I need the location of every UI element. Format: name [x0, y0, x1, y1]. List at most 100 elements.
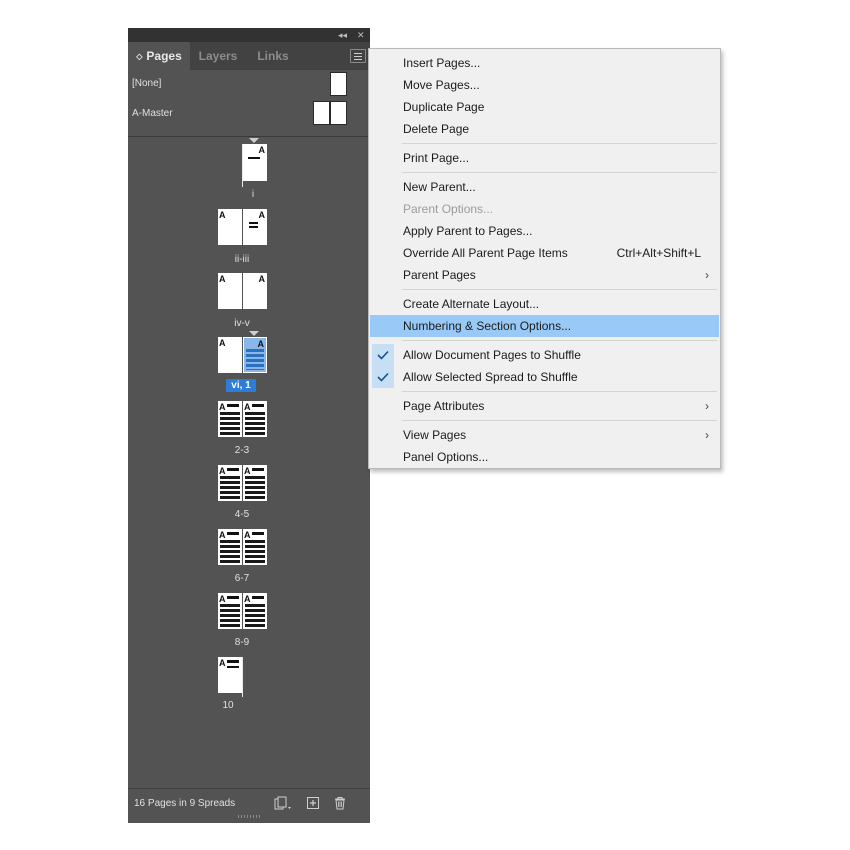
page-thumbnail[interactable]: A — [243, 401, 267, 437]
new-page-icon[interactable] — [306, 796, 320, 810]
current-spread-indicator-icon — [249, 331, 259, 336]
master-thumbnail-left — [313, 101, 330, 125]
menu-item-label: Allow Selected Spread to Shuffle — [403, 370, 578, 384]
menu-item-label: Apply Parent to Pages... — [403, 224, 533, 238]
page-thumbnail[interactable]: A — [218, 465, 242, 501]
spread-label: 4-5 — [234, 509, 250, 520]
menu-item-label: Create Alternate Layout... — [403, 297, 540, 311]
tab-layers[interactable]: Layers — [190, 42, 246, 70]
tab-pages[interactable]: ◇ Pages — [128, 42, 190, 70]
menu-item-label: Panel Options... — [403, 450, 489, 464]
menu-item-create-alternate-layout[interactable]: Create Alternate Layout... — [370, 293, 719, 315]
menu-item-parent-pages[interactable]: Parent Pages › — [370, 264, 719, 286]
page-thumbnail[interactable]: A — [218, 657, 242, 693]
master-prefix: A — [244, 466, 251, 476]
menu-separator — [402, 391, 717, 392]
master-prefix: A — [258, 274, 266, 284]
master-prefix: A — [219, 210, 226, 220]
panel-menu-icon[interactable] — [350, 49, 366, 63]
page-thumbnail[interactable]: A — [243, 529, 267, 565]
master-prefix: A — [219, 402, 226, 412]
menu-item-label: Move Pages... — [403, 78, 480, 92]
page-thumbnail[interactable]: A — [243, 209, 267, 245]
master-thumbnail — [330, 72, 347, 96]
menu-item-print-page[interactable]: Print Page... — [370, 147, 719, 169]
menu-item-allow-document-pages-to-shuffle[interactable]: Allow Document Pages to Shuffle — [370, 344, 719, 366]
menu-item-move-pages[interactable]: Move Pages... — [370, 74, 719, 96]
spread-spine — [242, 144, 243, 181]
master-prefix: A — [257, 339, 265, 349]
tab-layers-label: Layers — [198, 49, 238, 63]
resize-grip[interactable] — [238, 815, 260, 818]
trash-icon[interactable] — [333, 796, 347, 810]
menu-item-page-attributes[interactable]: Page Attributes › — [370, 395, 719, 417]
page-thumbnail[interactable]: A — [218, 209, 242, 245]
page-count-status: 16 Pages in 9 Spreads — [134, 798, 236, 809]
page-thumbnail[interactable]: A — [218, 273, 242, 309]
page-thumbnail[interactable]: A — [243, 465, 267, 501]
tab-links[interactable]: Links — [246, 42, 300, 70]
master-prefix: A — [244, 594, 251, 604]
page-thumbnail[interactable]: A — [218, 593, 242, 629]
menu-item-label: Numbering & Section Options... — [403, 319, 572, 333]
menu-item-label: Insert Pages... — [403, 56, 481, 70]
master-prefix: A — [219, 338, 226, 348]
page-thumbnail[interactable]: A — [243, 273, 267, 309]
chevron-right-icon: › — [705, 399, 709, 413]
menu-item-apply-parent-to-pages[interactable]: Apply Parent to Pages... — [370, 220, 719, 242]
page-thumbnail[interactable]: A — [218, 337, 242, 373]
menu-item-panel-options[interactable]: Panel Options... — [370, 446, 719, 468]
page-thumbnail[interactable]: A — [218, 401, 242, 437]
master-prefix: A — [219, 274, 226, 284]
menu-item-allow-selected-spread-to-shuffle[interactable]: Allow Selected Spread to Shuffle — [370, 366, 719, 388]
master-item-none[interactable]: [None] — [128, 70, 370, 98]
menu-item-duplicate-page[interactable]: Duplicate Page — [370, 96, 719, 118]
master-prefix: A — [244, 402, 251, 412]
spread-spine — [242, 181, 243, 187]
menu-item-label: Parent Pages — [403, 268, 476, 282]
spread-label: i — [251, 189, 255, 200]
page-thumbnail[interactable]: A — [218, 529, 242, 565]
chevron-right-icon: › — [705, 268, 709, 282]
menu-item-insert-pages[interactable]: Insert Pages... — [370, 52, 719, 74]
spread-label: 2-3 — [234, 445, 250, 456]
double-chevron-left-icon[interactable]: ◂◂ — [338, 28, 347, 42]
panel-footer: 16 Pages in 9 Spreads — [128, 788, 370, 819]
master-item-a-master[interactable]: A-Master — [128, 100, 370, 128]
menu-item-label: View Pages — [403, 428, 467, 442]
menu-item-parent-options: Parent Options... — [370, 198, 719, 220]
edit-page-size-icon[interactable] — [274, 796, 291, 810]
menu-separator — [402, 420, 717, 421]
master-prefix: A — [219, 466, 226, 476]
menu-item-override-all-parent-page-items[interactable]: Override All Parent Page Items Ctrl+Alt+… — [370, 242, 719, 264]
page-thumbnail-selected[interactable]: A — [243, 337, 267, 373]
spread-spine — [242, 657, 243, 697]
menu-item-delete-page[interactable]: Delete Page — [370, 118, 719, 140]
master-label: [None] — [132, 78, 162, 89]
spread-label: 10 — [222, 700, 234, 711]
spread-label-selected: vi, 1 — [226, 379, 256, 392]
menu-separator — [402, 172, 717, 173]
menu-item-view-pages[interactable]: View Pages › — [370, 424, 719, 446]
panel-flyout-menu: Insert Pages... Move Pages... Duplicate … — [368, 48, 721, 469]
page-thumbnail[interactable]: A — [242, 144, 267, 181]
page-thumbnail[interactable]: A — [243, 593, 267, 629]
checkmark-icon — [372, 366, 394, 388]
master-prefix: A — [244, 530, 251, 540]
menu-item-numbering-section-options[interactable]: Numbering & Section Options... — [370, 315, 719, 337]
menu-separator — [402, 289, 717, 290]
tab-pages-label: Pages — [146, 49, 182, 63]
master-pages-section: [None] A-Master — [128, 70, 370, 137]
menu-item-label: New Parent... — [403, 180, 476, 194]
close-icon[interactable]: ✕ — [357, 28, 365, 42]
menu-item-label: Duplicate Page — [403, 100, 485, 114]
menu-item-label: Parent Options... — [403, 202, 494, 216]
menu-item-new-parent[interactable]: New Parent... — [370, 176, 719, 198]
master-prefix: A — [258, 210, 266, 220]
menu-item-label: Override All Parent Page Items — [403, 246, 568, 260]
current-spread-indicator-icon — [249, 138, 259, 143]
master-prefix: A — [219, 594, 226, 604]
master-prefix: A — [219, 658, 226, 668]
checkmark-icon — [372, 344, 394, 366]
menu-separator — [402, 143, 717, 144]
